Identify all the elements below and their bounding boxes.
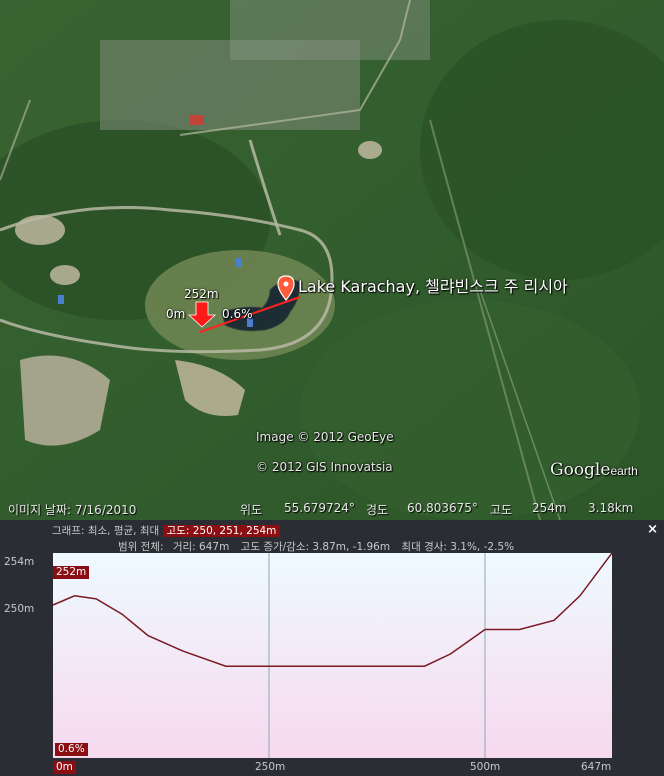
y-tick-254: 254m [4,556,35,568]
logo-sub: earth [610,464,638,478]
profile-marker-elevation: 252m [184,287,219,301]
elevation-stats-highlight[interactable]: 고도: 250, 251, 254m [162,525,281,537]
cursor-distance-tag: 0m [53,761,76,774]
range-label: 범위 전체: [118,541,164,553]
cursor-slope-tag: 0.6% [55,743,88,756]
placemark-label[interactable]: Lake Karachay, 첼랴빈스크 주 리시아 [298,273,568,297]
x-tick-500: 500m [470,761,501,773]
status-bar: 이미지 날짜: 7/16/2010 위도 55.679724° 경도 60.80… [0,498,664,518]
profile-marker-slope: 0.6% [222,307,253,321]
x-tick-647: 647m [581,761,612,773]
profile-header-row2: 범위 전체: 거리: 647m 고도 증가/감소: 3.87m, -1.96m … [118,539,514,554]
elevation-gain-stat: 고도 증가/감소: 3.87m, -1.96m [240,541,391,553]
cursor-elevation-tag: 252m [53,566,90,579]
graph-stats-label: 그래프: 최소, 평균, 최대 [52,525,160,537]
elev-value: 254m [532,501,567,515]
y-tick-250: 250m [4,603,35,615]
max-slope-stat: 최대 경사: 3.1%, -2.5% [401,541,515,553]
logo-main: Google [550,460,611,480]
image-date: 이미지 날짜: 7/16/2010 [8,503,137,517]
satellite-map-view[interactable]: 252m 0m 0.6% Lake Karachay, 첼랴빈스크 주 리시아 … [0,0,664,520]
eye-altitude: 3.18km [588,501,634,515]
data-credit: © 2012 GIS Innovatsia [256,460,393,474]
lat-label: 위도 [240,503,263,517]
lon-value: 60.803675° [407,501,478,515]
plot-background [53,553,612,758]
elevation-profile-chart[interactable] [53,553,612,758]
profile-marker-start: 0m [166,307,186,321]
lat-value: 55.679724° [284,501,355,515]
distance-stat: 거리: 647m [172,541,230,553]
imagery-credit: Image © 2012 GeoEye [256,430,394,444]
x-tick-250: 250m [255,761,286,773]
close-profile-button[interactable]: × [647,522,658,537]
lon-label: 경도 [366,503,389,517]
elev-label: 고도 [490,503,513,517]
profile-header-row1: 그래프: 최소, 평균, 최대 고도: 250, 251, 254m [52,523,281,538]
google-earth-logo: Googleearth [550,460,638,480]
